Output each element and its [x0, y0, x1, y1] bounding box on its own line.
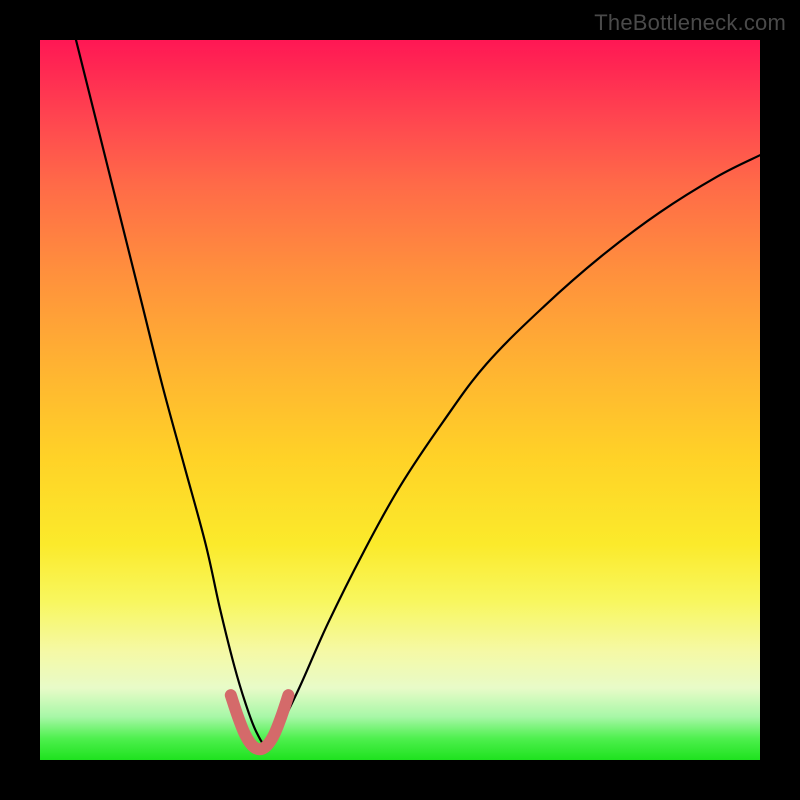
optimal-zone-highlight [231, 695, 289, 749]
chart-svg [40, 40, 760, 760]
bottleneck-curve-path [76, 40, 760, 746]
bottleneck-curve [76, 40, 760, 746]
optimal-zone-path [231, 695, 289, 749]
watermark-text: TheBottleneck.com [594, 10, 786, 36]
chart-plot-area [40, 40, 760, 760]
